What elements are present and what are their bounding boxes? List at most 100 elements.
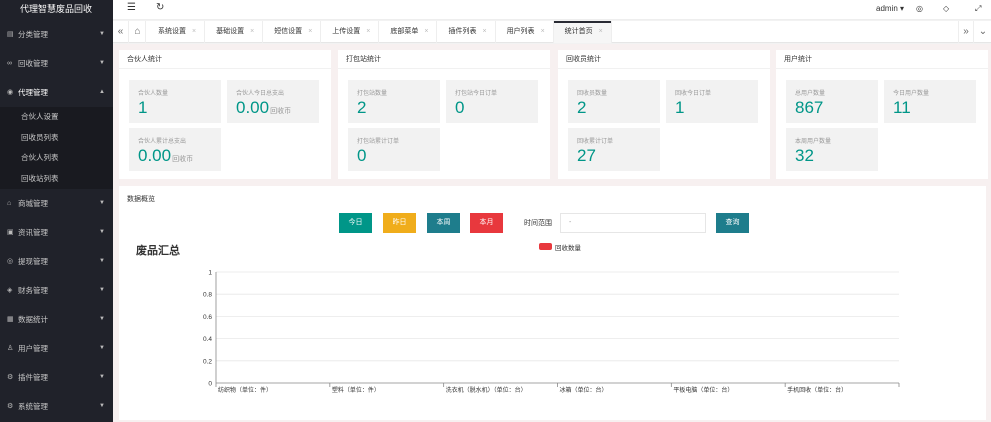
- sidebar-item-3[interactable]: ⌂ 商城管理 ▼: [0, 189, 113, 218]
- x-tick-label: 冰箱（单位：台）: [560, 386, 608, 394]
- close-icon[interactable]: ×: [192, 28, 196, 35]
- stat-card-1: 打包站统计 打包站数量 2 打包站今日订单 0 打包站累计订单 0: [338, 50, 550, 179]
- tab-bar: « ⌂ 系统设置 × 基础设置 × 短信设置 × 上传设置 × 底部菜单 × 插件列表 × 用户列表 × 统…: [113, 21, 991, 43]
- y-tick-label: 1: [208, 270, 212, 277]
- sidebar-item-7[interactable]: ▦ 数据统计 ▼: [0, 305, 113, 334]
- stat-label: 回收今日订单: [675, 91, 712, 97]
- stat-label: 总用户数量: [795, 91, 826, 97]
- chevron-down-icon: ▼: [99, 258, 105, 264]
- sidebar-item-1[interactable]: ∞ 回收管理 ▼: [0, 49, 113, 78]
- close-icon[interactable]: ×: [541, 28, 545, 35]
- tab-1[interactable]: 基础设置 ×: [205, 21, 264, 43]
- stat-value: 0.00: [236, 98, 270, 117]
- stat-box: 打包站数量 2: [348, 80, 440, 123]
- tab-3[interactable]: 上传设置 ×: [321, 21, 380, 43]
- stat-value: 2: [577, 98, 587, 117]
- tab-0[interactable]: 系统设置 ×: [147, 21, 206, 43]
- y-tick-label: 0: [208, 381, 212, 388]
- stat-card-0: 合伙人统计 合伙人数量 1 合伙人今日总支出 0.00回收币 合伙人累计总支出 0.00回收…: [119, 50, 331, 179]
- close-icon[interactable]: ×: [250, 28, 254, 35]
- stat-value: 0: [455, 98, 465, 117]
- chevron-down-icon: ▼: [99, 229, 105, 235]
- sidebar-item-2[interactable]: ◉ 代理管理 ▲: [0, 78, 113, 107]
- sidebar-item-label: 用户管理: [18, 344, 48, 353]
- tab-2[interactable]: 短信设置 ×: [263, 21, 322, 43]
- sidebar-item-10[interactable]: ⚙ 系统管理 ▼: [0, 392, 113, 421]
- chevron-down-icon: ▼: [99, 287, 105, 293]
- sidebar-item-6[interactable]: ◈ 财务管理 ▼: [0, 276, 113, 305]
- stat-label: 打包站累计订单: [357, 139, 400, 145]
- close-icon[interactable]: ×: [424, 28, 428, 35]
- stat-box: 总用户数量 867: [786, 80, 878, 123]
- tab-scroll-right-icon[interactable]: »: [958, 21, 974, 43]
- chevron-down-icon: ▼: [99, 345, 105, 351]
- menu-toggle-icon[interactable]: ☰: [127, 2, 136, 13]
- sidebar-item-8[interactable]: ♙ 用户管理 ▼: [0, 334, 113, 363]
- home-tab-icon[interactable]: ⌂: [130, 21, 146, 43]
- tab-5[interactable]: 插件列表 ×: [437, 21, 496, 43]
- sidebar-item-5[interactable]: ◎ 提现管理 ▼: [0, 247, 113, 276]
- stat-box: 回收今日订单 1: [666, 80, 758, 123]
- sidebar-item-label: 回收管理: [18, 59, 48, 68]
- tab-label: 基础设置: [216, 28, 245, 35]
- sidebar-item-label: 分类管理: [18, 30, 48, 39]
- sidebar-subitem[interactable]: 回收员列表: [0, 128, 113, 149]
- tab-label: 短信设置: [274, 28, 303, 35]
- fullscreen-icon[interactable]: ⤢: [975, 4, 981, 14]
- tab-4[interactable]: 底部菜单 ×: [379, 21, 438, 43]
- system-icon: ⚙: [7, 403, 14, 410]
- x-tick-label: 手机回收（单位：台）: [787, 386, 847, 394]
- sidebar-item-9[interactable]: ⚙ 插件管理 ▼: [0, 363, 113, 392]
- stats-icon: ▦: [7, 316, 14, 323]
- stat-box: 合伙人累计总支出 0.00回收币: [129, 128, 221, 171]
- stat-value-wrap: 0: [455, 98, 464, 118]
- chevron-down-icon: ▼: [99, 403, 105, 409]
- stat-value-wrap: 0: [357, 146, 366, 166]
- close-icon[interactable]: ×: [482, 28, 486, 35]
- stat-value: 11: [893, 98, 911, 117]
- stat-value-wrap: 32: [795, 146, 814, 166]
- app-title: 代理智慧废品回收: [0, 0, 113, 20]
- tab-menu-icon[interactable]: ⌄: [975, 21, 991, 43]
- sidebar-item-0[interactable]: ▤ 分类管理 ▼: [0, 20, 113, 49]
- sidebar-item-label: 代理管理: [18, 88, 48, 97]
- tab-label: 用户列表: [506, 28, 535, 35]
- stat-value-wrap: 27: [577, 146, 596, 166]
- tab-label: 插件列表: [448, 28, 477, 35]
- refresh-icon[interactable]: ↻: [156, 2, 164, 13]
- close-icon[interactable]: ×: [308, 28, 312, 35]
- theme-icon[interactable]: ◎: [916, 4, 923, 13]
- stat-value: 0: [357, 146, 367, 165]
- sidebar-subitem[interactable]: 回收站列表: [0, 169, 113, 190]
- close-icon[interactable]: ×: [366, 28, 370, 35]
- finance-icon: ◈: [7, 287, 13, 294]
- x-tick-label: 纺织物（单位：件）: [218, 386, 272, 394]
- close-icon[interactable]: ×: [599, 28, 603, 35]
- tab-6[interactable]: 用户列表 ×: [496, 21, 554, 43]
- sidebar-subitem[interactable]: 合伙人列表: [0, 148, 113, 169]
- tab-7[interactable]: 统计首页 ×: [553, 21, 612, 43]
- stat-box: 回收累计订单 27: [568, 128, 660, 171]
- tab-label: 上传设置: [332, 28, 361, 35]
- stat-value-wrap: 11: [893, 98, 911, 118]
- stat-value-wrap: 2: [577, 98, 586, 118]
- sidebar: 代理智慧废品回收 ▤ 分类管理 ▼ ∞ 回收管理 ▼ ◉ 代理管理 ▲ 合伙人设置 回收员列表 合伙人…: [0, 0, 113, 422]
- x-tick-label: 平板电脑（单位：台）: [673, 386, 733, 394]
- stat-box: 今日用户数量 11: [884, 80, 976, 123]
- sidebar-item-label: 插件管理: [18, 373, 48, 382]
- stat-box: 回收员数量 2: [568, 80, 660, 123]
- sidebar-item-label: 财务管理: [18, 286, 48, 295]
- user-icon: ♙: [7, 345, 14, 352]
- sidebar-item-4[interactable]: ▣ 资讯管理 ▼: [0, 218, 113, 247]
- stat-label: 打包站数量: [357, 91, 388, 97]
- user-menu[interactable]: admin ▾: [876, 4, 904, 13]
- tag-icon[interactable]: ◇: [943, 4, 949, 13]
- stat-unit: 回收币: [172, 156, 194, 163]
- sidebar-subitem[interactable]: 合伙人设置: [0, 107, 113, 128]
- tab-scroll-left-icon[interactable]: «: [113, 21, 129, 43]
- stat-label: 本周用户数量: [795, 139, 832, 145]
- chevron-down-icon: ▼: [99, 316, 105, 322]
- y-tick-label: 0.6: [203, 314, 212, 321]
- stat-value-wrap: 0.00回收币: [138, 146, 193, 166]
- sidebar-nav: ▤ 分类管理 ▼ ∞ 回收管理 ▼ ◉ 代理管理 ▲ 合伙人设置 回收员列表 合伙人列表 回收站列表 ⌂ 商…: [0, 20, 113, 421]
